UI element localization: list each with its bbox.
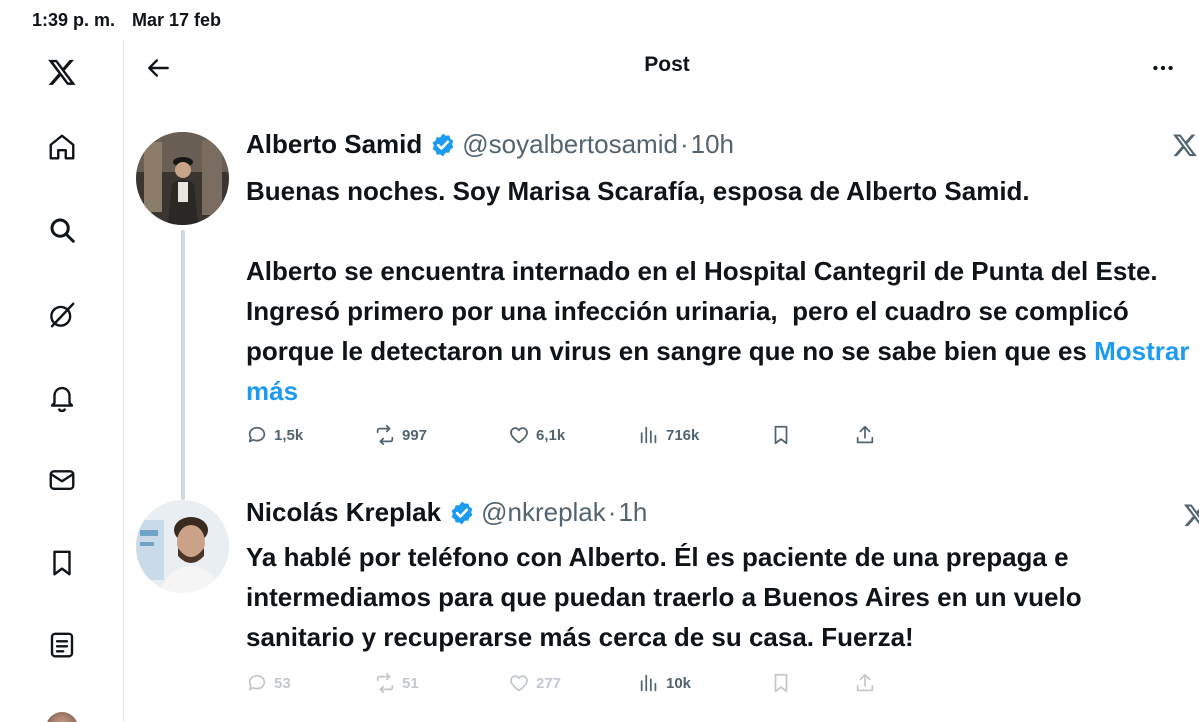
repost-count: 997 [402, 426, 428, 444]
post-time[interactable]: 1h [618, 497, 647, 528]
heart-icon [510, 675, 528, 692]
like-button[interactable]: 277 [508, 672, 561, 694]
ellipsis-icon [1153, 65, 1173, 71]
repost-count: 51 [402, 674, 419, 692]
more-options-button[interactable] [1145, 50, 1181, 86]
list-icon[interactable] [44, 627, 80, 663]
profile-avatar[interactable] [46, 712, 78, 722]
tweet-paragraph: Ya hablé por teléfono con Alberto. Él es… [246, 542, 1089, 652]
tweet-paragraph-text: Alberto se encuentra internado en el Hos… [246, 256, 1165, 366]
post-time[interactable]: 10h [691, 129, 734, 160]
bell-icon[interactable] [44, 380, 80, 416]
share-button[interactable] [854, 672, 882, 694]
avatar[interactable] [136, 500, 229, 593]
reply-icon [248, 426, 266, 443]
bookmark-button[interactable] [770, 424, 798, 446]
x-logo-icon[interactable] [44, 54, 80, 90]
views-button[interactable]: 10k [638, 672, 691, 694]
views-count: 716k [666, 426, 700, 444]
share-icon [856, 673, 874, 692]
tweet-header: Nicolás Kreplak @nkreplak · 1h [246, 497, 647, 528]
like-count: 277 [536, 674, 562, 692]
status-date: Mar 17 feb [132, 10, 222, 30]
status-time: 1:39 p. m. [32, 10, 116, 30]
home-icon[interactable] [44, 129, 80, 165]
bookmark-icon [774, 425, 788, 445]
reply-button[interactable]: 53 [246, 672, 291, 694]
like-button[interactable]: 6,1k [508, 424, 565, 446]
tweet-paragraph: Buenas noches. Soy Marisa Scarafía, espo… [246, 176, 1030, 206]
mail-icon[interactable] [44, 462, 80, 498]
repost-icon [376, 672, 394, 694]
search-icon[interactable] [44, 212, 80, 248]
separator-dot: · [679, 129, 689, 159]
avatar-photo-icon [136, 500, 229, 593]
author-name[interactable]: Nicolás Kreplak [246, 497, 441, 528]
analytics-icon [640, 426, 657, 444]
x-logo-icon [1172, 134, 1197, 157]
x-logo-icon [1183, 504, 1199, 527]
tweet-text: Buenas noches. Soy Marisa Scarafía, espo… [246, 171, 1196, 411]
repost-icon [376, 424, 394, 446]
repost-button[interactable]: 51 [374, 672, 419, 694]
tweet-text: Ya hablé por teléfono con Alberto. Él es… [246, 537, 1196, 657]
views-button[interactable]: 716k [638, 424, 699, 446]
share-icon [856, 425, 874, 444]
grok-icon[interactable] [44, 297, 80, 333]
separator-dot: · [607, 497, 617, 527]
thread-connector [181, 230, 185, 500]
verified-badge-icon [432, 133, 454, 156]
tweet-paragraph: Alberto se encuentra internado en el Hos… [246, 251, 1196, 411]
reply-icon [248, 674, 266, 691]
verified-badge-icon [451, 501, 473, 524]
avatar-photo-icon [136, 132, 229, 225]
reply-count: 1,5k [274, 426, 304, 444]
reply-count: 53 [274, 674, 291, 692]
tweet-actions: 1,5k 997 6,1k 716k [246, 424, 886, 454]
avatar[interactable] [136, 132, 229, 225]
post-header: Post [125, 40, 1199, 96]
like-count: 6,1k [536, 426, 566, 444]
author-handle[interactable]: @nkreplak [481, 497, 606, 528]
sidebar [0, 40, 124, 722]
share-button[interactable] [854, 424, 882, 446]
bookmark-icon[interactable] [44, 545, 80, 581]
author-handle[interactable]: @soyalbertosamid [462, 129, 678, 160]
status-bar: 1:39 p. m. Mar 17 feb [0, 0, 1199, 40]
bookmark-icon [774, 673, 788, 693]
analytics-icon [640, 674, 657, 692]
heart-icon [510, 427, 528, 444]
tweet-header: Alberto Samid @soyalbertosamid · 10h [246, 129, 734, 160]
repost-button[interactable]: 997 [374, 424, 427, 446]
author-name[interactable]: Alberto Samid [246, 129, 422, 160]
views-count: 10k [666, 674, 692, 692]
bookmark-button[interactable] [770, 672, 798, 694]
reply-button[interactable]: 1,5k [246, 424, 303, 446]
page-title: Post [644, 53, 690, 76]
tweet-actions: 53 51 277 10k [246, 672, 886, 702]
